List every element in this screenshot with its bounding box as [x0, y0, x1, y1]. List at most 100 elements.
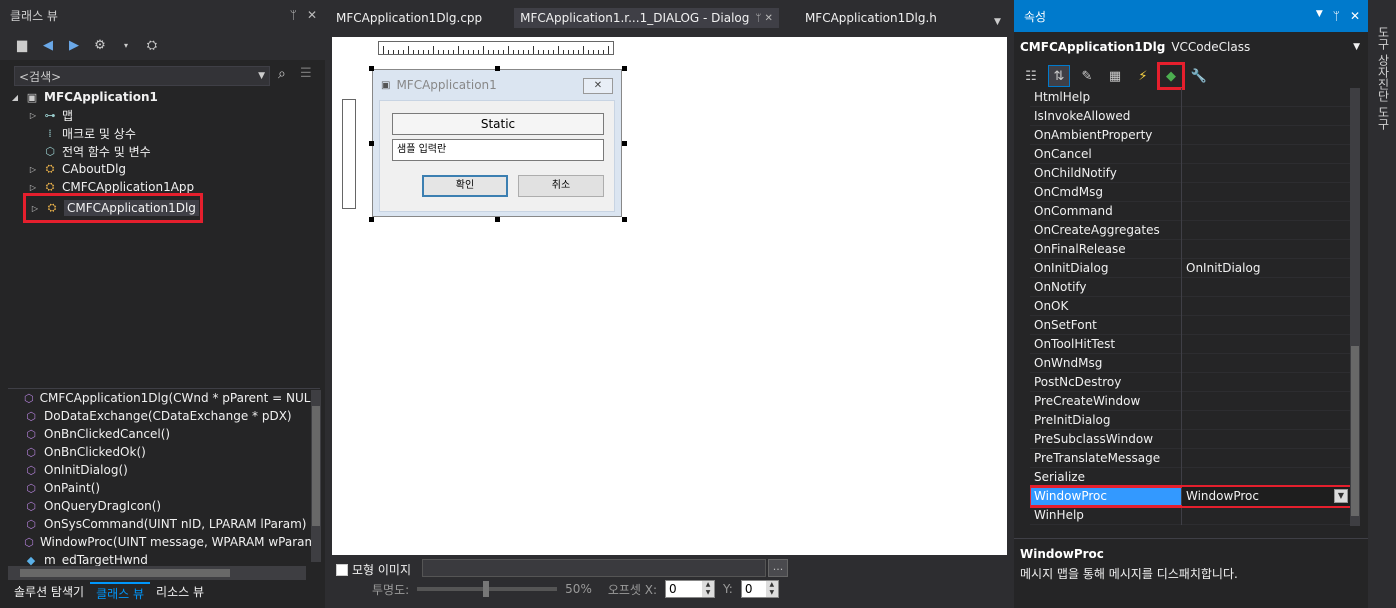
property-value[interactable] [1182, 278, 1350, 297]
property-row[interactable]: OnToolHitTest [1030, 334, 1350, 354]
settings-icon[interactable]: ⚙ [90, 35, 110, 55]
expand-icon[interactable]: ▷ [28, 111, 38, 120]
property-value[interactable] [1182, 392, 1350, 411]
expand-icon[interactable]: ▷ [30, 204, 40, 213]
close-icon[interactable]: ✕ [307, 8, 317, 22]
resize-handle[interactable] [495, 66, 500, 71]
diagnostic-tools-tab[interactable]: 진단 도구 [1375, 78, 1392, 130]
property-row[interactable]: PreCreateWindow [1030, 391, 1350, 411]
chevron-down-icon[interactable]: ▾ [116, 35, 136, 55]
property-row[interactable]: OnCmdMsg [1030, 182, 1350, 202]
overrides-icon[interactable]: ◆ [1157, 62, 1185, 90]
member-item[interactable]: ⬡ DoDataExchange(CDataExchange * pDX) [8, 407, 320, 425]
search-icon[interactable]: ⌕ [278, 66, 286, 82]
pin-icon[interactable]: ᛘ [1333, 9, 1340, 23]
expand-icon[interactable]: ▷ [28, 183, 38, 192]
resize-handle[interactable] [495, 217, 500, 222]
tree-item[interactable]: ▷ ⛭ CMFCApplication1App [0, 178, 325, 196]
property-row[interactable]: OnNotify [1030, 277, 1350, 297]
property-pages-icon[interactable]: 🔧 [1188, 65, 1210, 87]
property-value[interactable] [1182, 506, 1350, 525]
property-row[interactable]: OnCommand [1030, 201, 1350, 221]
property-value[interactable]: WindowProc ▼ [1182, 486, 1350, 506]
bottom-tab[interactable]: 리소스 뷰 [150, 582, 210, 604]
member-item[interactable]: ⬡ WindowProc(UINT message, WPARAM wParam, [8, 533, 320, 551]
browse-button[interactable]: ... [768, 559, 788, 577]
property-row[interactable]: PostNcDestroy [1030, 372, 1350, 392]
member-item[interactable]: ⬡ OnPaint() [8, 479, 320, 497]
close-icon[interactable]: ✕ [1350, 9, 1360, 23]
property-row[interactable]: OnFinalRelease [1030, 239, 1350, 259]
property-value[interactable] [1182, 183, 1350, 202]
property-value[interactable] [1182, 88, 1350, 107]
document-tab[interactable]: MFCApplication1.r...1_DIALOG - Dialog ᛘ ✕ [514, 8, 779, 28]
property-value[interactable] [1182, 240, 1350, 259]
forward-icon[interactable]: ▶ [64, 35, 84, 55]
bottom-tab[interactable]: 솔루션 탐색기 [8, 582, 90, 604]
search-input[interactable]: <검색> ▼ [14, 66, 270, 86]
member-item[interactable]: ⬡ OnQueryDragIcon() [8, 497, 320, 515]
tree-item[interactable]: ⁞ 매크로 및 상수 [0, 124, 325, 142]
offset-x-stepper[interactable]: 0 ▲ ▼ [665, 580, 716, 598]
property-value[interactable] [1182, 126, 1350, 145]
filter-icon[interactable]: ☰ [300, 66, 312, 81]
property-grid-scrollbar[interactable] [1350, 88, 1360, 526]
tree-item[interactable]: ⬡ 전역 함수 및 변수 [0, 142, 325, 160]
chevron-down-icon[interactable]: ▼ [1316, 9, 1323, 23]
property-row[interactable]: OnWndMsg [1030, 353, 1350, 373]
pin-icon[interactable]: ᛘ [290, 8, 297, 22]
chevron-down-icon[interactable]: ▼ [1353, 42, 1368, 52]
categorized-icon[interactable]: ☷ [1020, 65, 1042, 87]
tab-close-icon[interactable]: ᛘ ✕ [755, 13, 773, 24]
expand-icon[interactable]: ◢ [10, 93, 20, 102]
horizontal-guide-ruler[interactable] [378, 41, 614, 55]
property-row[interactable]: WinHelp [1030, 505, 1350, 525]
tree-item[interactable]: ▷ ⛭ CMFCApplication1Dlg [23, 193, 203, 223]
properties-icon[interactable]: ✎ [1076, 65, 1098, 87]
back-icon[interactable]: ◀ [38, 35, 58, 55]
member-item[interactable]: ⬡ OnSysCommand(UINT nID, LPARAM lParam) [8, 515, 320, 533]
expand-icon[interactable]: ▷ [28, 165, 38, 174]
document-tab[interactable]: MFCApplication1Dlg.h [799, 8, 949, 28]
property-value[interactable] [1182, 297, 1350, 316]
property-row[interactable]: WindowProc WindowProc ▼ [1030, 485, 1350, 508]
property-row[interactable]: HtmlHelp [1030, 88, 1350, 107]
property-value[interactable] [1182, 164, 1350, 183]
property-row[interactable]: Serialize [1030, 467, 1350, 487]
property-row[interactable]: IsInvokeAllowed [1030, 106, 1350, 126]
chevron-down-icon[interactable]: ▼ [258, 71, 269, 81]
resize-handle[interactable] [369, 141, 374, 146]
property-value[interactable] [1182, 145, 1350, 164]
resize-handle[interactable] [369, 217, 374, 222]
member-item[interactable]: ⬡ CMFCApplication1Dlg(CWnd * pParent = NU… [8, 389, 320, 407]
messages-icon[interactable]: ▦ [1104, 65, 1126, 87]
property-value[interactable] [1182, 107, 1350, 126]
mock-image-path-input[interactable] [422, 559, 766, 577]
property-value[interactable] [1182, 449, 1350, 468]
property-row[interactable]: OnChildNotify [1030, 163, 1350, 183]
new-folder-icon[interactable]: ▆ [12, 35, 32, 55]
property-row[interactable]: OnInitDialog OnInitDialog [1030, 258, 1350, 278]
property-row[interactable]: OnAmbientProperty [1030, 125, 1350, 145]
mock-image-checkbox[interactable]: 모형 이미지 [336, 561, 411, 578]
opacity-slider[interactable] [417, 581, 558, 597]
property-value[interactable] [1182, 354, 1350, 373]
property-value[interactable] [1182, 202, 1350, 221]
property-row[interactable]: PreInitDialog [1030, 410, 1350, 430]
property-row[interactable]: OnSetFont [1030, 315, 1350, 335]
member-item[interactable]: ⬡ OnInitDialog() [8, 461, 320, 479]
tree-item[interactable]: ◢ ▣ MFCApplication1 [0, 88, 325, 106]
alphabetical-icon[interactable]: ⇅ [1048, 65, 1070, 87]
toolbox-tab[interactable]: 도구 상자 [1375, 26, 1392, 78]
property-value[interactable] [1182, 335, 1350, 354]
members-horizontal-scrollbar[interactable] [8, 566, 306, 580]
property-value[interactable] [1182, 468, 1350, 487]
property-value[interactable]: OnInitDialog [1182, 259, 1350, 278]
property-value[interactable] [1182, 221, 1350, 240]
tree-item[interactable]: ▷ ⊶ 맵 [0, 106, 325, 124]
tree-item[interactable]: ▷ ⛭ CAboutDlg [0, 160, 325, 178]
document-tab[interactable]: MFCApplication1Dlg.cpp [330, 8, 494, 28]
property-row[interactable]: PreSubclassWindow [1030, 429, 1350, 449]
property-row[interactable]: OnOK [1030, 296, 1350, 316]
property-value[interactable] [1182, 316, 1350, 335]
